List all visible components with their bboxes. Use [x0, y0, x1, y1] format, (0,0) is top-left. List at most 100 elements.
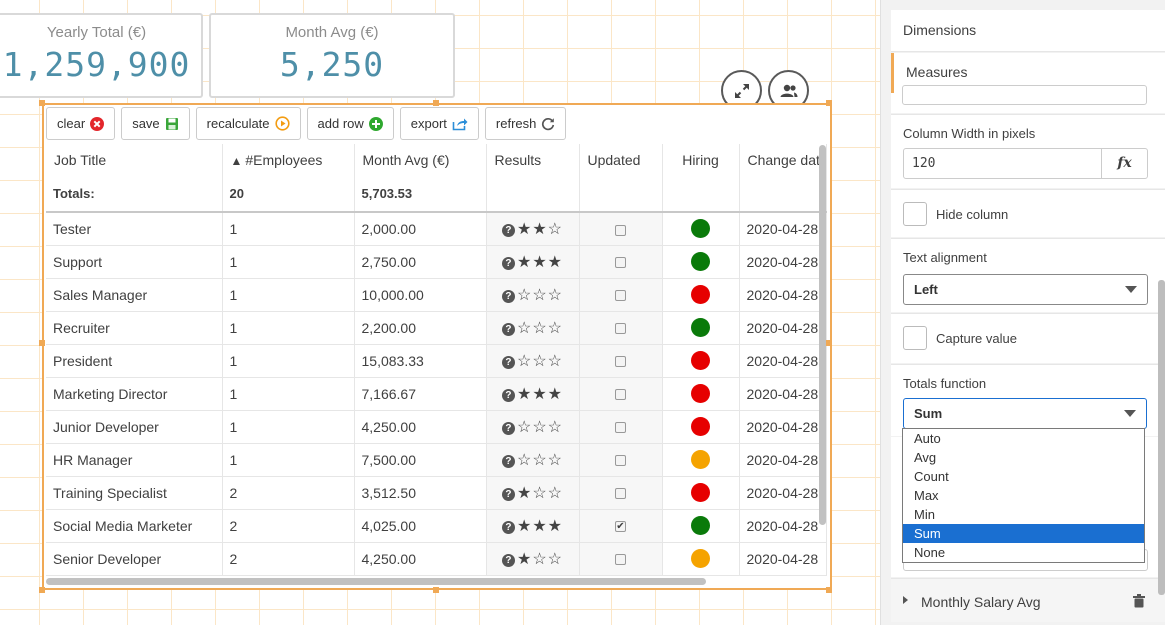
- results-cell[interactable]: ? ☆☆☆: [486, 344, 580, 378]
- expression-fx-button[interactable]: fx: [1101, 149, 1147, 178]
- help-icon[interactable]: ?: [501, 454, 515, 468]
- month-avg-cell[interactable]: 15,083.33: [354, 344, 487, 378]
- data-grid[interactable]: Job Title ▲ #Employees Month Avg (€) Resu…: [46, 144, 827, 576]
- table-row[interactable]: Sales Manager 1 10,000.00? ☆☆☆ 2020-04-28: [46, 278, 827, 312]
- change-date-cell[interactable]: 2020-04-28: [739, 245, 827, 279]
- table-row[interactable]: Junior Developer 1 4,250.00? ☆☆☆ 2020-04-28: [46, 410, 827, 444]
- results-cell[interactable]: ? ☆☆☆: [486, 410, 580, 444]
- results-cell[interactable]: ? ★★★: [486, 245, 580, 279]
- table-row[interactable]: Social Media Marketer 2 4,025.00? ★★★ ✔ 2020-…: [46, 509, 827, 543]
- updated-checkbox[interactable]: [615, 323, 626, 335]
- capture-value-checkbox[interactable]: [903, 326, 927, 350]
- add-row-button[interactable]: add row: [306, 107, 394, 140]
- dropdown-option[interactable]: Avg: [903, 448, 1144, 467]
- column-header-updated[interactable]: Updated: [579, 144, 663, 176]
- job-title-cell[interactable]: Marketing Director: [46, 377, 223, 411]
- column-header-month-avg[interactable]: Month Avg (€): [354, 144, 487, 176]
- help-icon[interactable]: ?: [501, 421, 515, 435]
- results-cell[interactable]: ? ★☆☆: [486, 542, 580, 576]
- dropdown-option[interactable]: Count: [903, 467, 1144, 486]
- month-avg-cell[interactable]: 4,250.00: [354, 410, 487, 444]
- resize-handle[interactable]: [826, 587, 832, 593]
- resize-handle[interactable]: [826, 340, 832, 346]
- table-object[interactable]: clear save recalculate add row export re…: [42, 103, 832, 590]
- change-date-cell[interactable]: 2020-04-28: [739, 542, 827, 576]
- month-avg-cell[interactable]: 10,000.00: [354, 278, 487, 312]
- text-alignment-select[interactable]: Left: [903, 274, 1148, 305]
- resize-handle[interactable]: [39, 100, 45, 106]
- help-icon[interactable]: ?: [501, 553, 515, 567]
- employees-cell[interactable]: 1: [222, 278, 355, 312]
- recalculate-button[interactable]: recalculate: [195, 107, 301, 140]
- job-title-cell[interactable]: Senior Developer: [46, 542, 223, 576]
- month-avg-cell[interactable]: 4,250.00: [354, 542, 487, 576]
- kpi-month-avg[interactable]: Month Avg (€) 5,250: [209, 13, 455, 98]
- job-title-cell[interactable]: Recruiter: [46, 311, 223, 345]
- rating-stars[interactable]: ★★★: [517, 254, 563, 271]
- change-date-cell[interactable]: 2020-04-28: [739, 443, 827, 477]
- rating-stars[interactable]: ★★☆: [517, 221, 563, 238]
- help-icon[interactable]: ?: [501, 289, 515, 303]
- job-title-cell[interactable]: President: [46, 344, 223, 378]
- previous-input[interactable]: [902, 85, 1147, 105]
- help-icon[interactable]: ?: [501, 223, 515, 237]
- job-title-cell[interactable]: Junior Developer: [46, 410, 223, 444]
- updated-checkbox[interactable]: [615, 257, 626, 269]
- dropdown-option[interactable]: None: [903, 543, 1144, 562]
- job-title-cell[interactable]: Tester: [46, 212, 223, 246]
- results-cell[interactable]: ? ☆☆☆: [486, 311, 580, 345]
- rating-stars[interactable]: ☆☆☆: [517, 452, 563, 469]
- panel-scrollbar[interactable]: [1158, 280, 1165, 595]
- results-cell[interactable]: ? ☆☆☆: [486, 278, 580, 312]
- employees-cell[interactable]: 1: [222, 344, 355, 378]
- rating-stars[interactable]: ★☆☆: [517, 485, 563, 502]
- column-header-results[interactable]: Results: [486, 144, 580, 176]
- hide-column-checkbox[interactable]: [903, 202, 927, 226]
- month-avg-cell[interactable]: 2,200.00: [354, 311, 487, 345]
- updated-checkbox[interactable]: [615, 224, 626, 236]
- month-avg-cell[interactable]: 7,500.00: [354, 443, 487, 477]
- change-date-cell[interactable]: 2020-04-28: [739, 410, 827, 444]
- change-date-cell[interactable]: 2020-04-28: [739, 377, 827, 411]
- column-header-hiring[interactable]: Hiring: [662, 144, 740, 176]
- change-date-cell[interactable]: 2020-04-28: [739, 509, 827, 543]
- updated-checkbox[interactable]: [615, 389, 626, 401]
- month-avg-cell[interactable]: 7,166.67: [354, 377, 487, 411]
- help-icon[interactable]: ?: [501, 487, 515, 501]
- month-avg-cell[interactable]: 2,000.00: [354, 212, 487, 246]
- save-button[interactable]: save: [121, 107, 190, 140]
- column-header-change-date[interactable]: Change dat: [739, 144, 827, 176]
- help-icon[interactable]: ?: [501, 388, 515, 402]
- updated-checkbox[interactable]: ✔: [615, 521, 626, 533]
- job-title-cell[interactable]: Sales Manager: [46, 278, 223, 312]
- results-cell[interactable]: ? ★☆☆: [486, 476, 580, 510]
- dimensions-header[interactable]: Dimensions: [891, 10, 1165, 52]
- results-cell[interactable]: ? ★★★: [486, 377, 580, 411]
- dropdown-option[interactable]: Max: [903, 486, 1144, 505]
- resize-handle[interactable]: [433, 587, 439, 593]
- help-icon[interactable]: ?: [501, 256, 515, 270]
- resize-handle[interactable]: [39, 340, 45, 346]
- dropdown-option[interactable]: Min: [903, 505, 1144, 524]
- rating-stars[interactable]: ☆☆☆: [517, 287, 563, 304]
- table-row[interactable]: Training Specialist 2 3,512.50? ★☆☆ 2020-04-…: [46, 476, 827, 510]
- employees-cell[interactable]: 2: [222, 476, 355, 510]
- table-row[interactable]: Support 1 2,750.00? ★★★ 2020-04-28: [46, 245, 827, 279]
- updated-checkbox[interactable]: [615, 290, 626, 302]
- updated-checkbox[interactable]: [615, 356, 626, 368]
- dropdown-option[interactable]: Auto: [903, 429, 1144, 448]
- table-row[interactable]: Recruiter 1 2,200.00? ☆☆☆ 2020-04-28: [46, 311, 827, 345]
- rating-stars[interactable]: ★☆☆: [517, 551, 563, 568]
- rating-stars[interactable]: ☆☆☆: [517, 320, 563, 337]
- vertical-scrollbar[interactable]: [819, 145, 826, 525]
- job-title-cell[interactable]: Social Media Marketer: [46, 509, 223, 543]
- results-cell[interactable]: ? ★★★: [486, 509, 580, 543]
- employees-cell[interactable]: 1: [222, 311, 355, 345]
- employees-cell[interactable]: 2: [222, 509, 355, 543]
- job-title-cell[interactable]: HR Manager: [46, 443, 223, 477]
- employees-cell[interactable]: 2: [222, 542, 355, 576]
- refresh-button[interactable]: refresh: [484, 107, 567, 140]
- results-cell[interactable]: ? ☆☆☆: [486, 443, 580, 477]
- employees-cell[interactable]: 1: [222, 377, 355, 411]
- resize-handle[interactable]: [826, 100, 832, 106]
